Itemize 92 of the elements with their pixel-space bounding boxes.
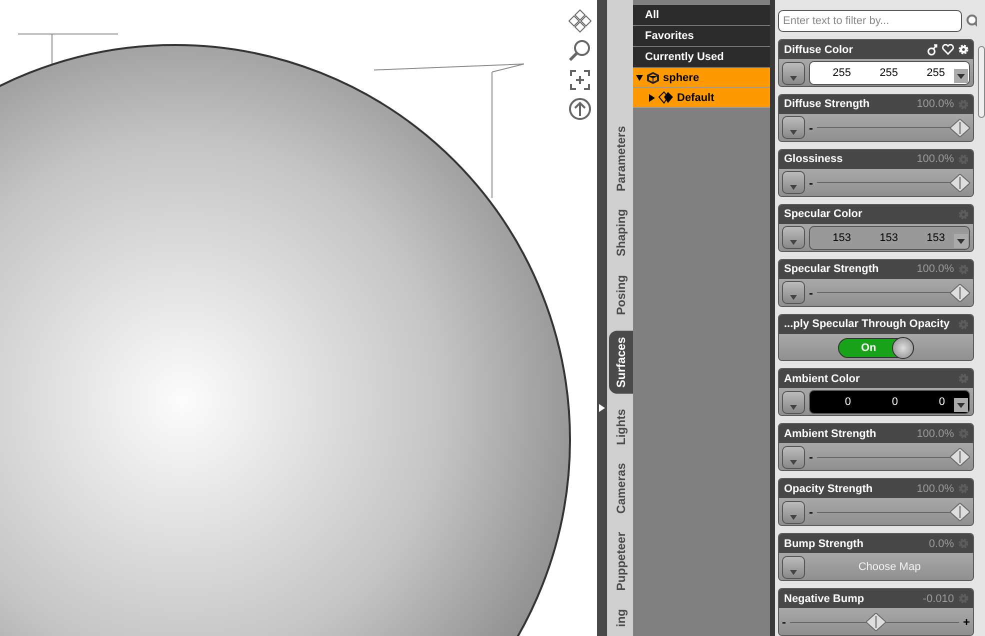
property-value: 100.0% xyxy=(916,428,954,440)
side-tab[interactable]: Cameras xyxy=(609,461,633,516)
color-value: 153 xyxy=(926,232,946,244)
side-tab[interactable]: Parameters xyxy=(609,124,633,194)
caret-icon[interactable] xyxy=(954,398,968,412)
tree-item[interactable]: sphere xyxy=(633,68,770,88)
caret-icon xyxy=(790,185,797,190)
collapse-arrow-icon[interactable] xyxy=(599,404,605,412)
color-value: 0 xyxy=(844,396,852,408)
property-name: Specular Color xyxy=(784,208,864,220)
property-value: 100.0% xyxy=(916,153,954,166)
minus-sign: - xyxy=(809,286,813,300)
slider-thumb[interactable] xyxy=(950,503,970,522)
filter-item[interactable]: All xyxy=(633,5,770,26)
toggle-knob xyxy=(892,336,914,359)
minus-sign: - xyxy=(809,176,813,190)
dropdown-button[interactable] xyxy=(782,116,805,140)
property-name: Diffuse Color xyxy=(784,44,854,56)
search-icon[interactable] xyxy=(966,14,980,28)
side-tab[interactable]: Shaping xyxy=(609,207,633,259)
color-field[interactable]: 0 0 0 xyxy=(809,390,970,414)
property-value: 100.0% xyxy=(916,263,954,276)
dropdown-button[interactable] xyxy=(782,446,805,469)
slider-thumb[interactable] xyxy=(950,284,970,302)
caret-icon xyxy=(790,404,797,410)
tree-item[interactable]: Default xyxy=(633,88,770,108)
property-name: Diffuse Strength xyxy=(784,98,871,110)
property-value: -0.010 xyxy=(922,592,954,605)
property-name: Specular Strength xyxy=(784,263,880,276)
property-name: Negative Bump xyxy=(784,592,866,605)
caret-icon xyxy=(790,130,797,136)
dropdown-button[interactable] xyxy=(782,281,805,304)
minus-sign: - xyxy=(809,505,813,520)
color-value: 153 xyxy=(878,232,899,244)
dropdown-button[interactable] xyxy=(782,390,805,414)
property-value: 0.0% xyxy=(928,538,954,550)
property-name: Opacity Strength xyxy=(784,482,874,495)
color-value: 0 xyxy=(890,396,899,408)
surface-icon xyxy=(658,91,674,104)
side-tab[interactable]: Posing xyxy=(609,272,633,317)
expanded-arrow-icon[interactable] xyxy=(636,74,643,82)
filter-item[interactable]: Currently Used xyxy=(633,47,770,68)
caret-icon xyxy=(790,295,797,300)
side-tab[interactable]: ing xyxy=(609,606,633,629)
color-value: 255 xyxy=(926,67,946,79)
color-value: 255 xyxy=(832,67,852,79)
plus-sign: + xyxy=(962,615,970,630)
slider-thumb[interactable] xyxy=(866,613,886,632)
heart-icon[interactable] xyxy=(942,44,954,55)
caret-icon xyxy=(790,460,797,465)
dropdown-button[interactable] xyxy=(782,62,805,84)
side-tab[interactable]: Surfaces xyxy=(609,330,633,394)
filter-item[interactable]: Favorites xyxy=(633,26,770,47)
dropdown-button[interactable] xyxy=(782,226,805,250)
property-name: Glossiness xyxy=(784,153,844,166)
scrollbar[interactable] xyxy=(977,0,985,636)
slider-thumb[interactable] xyxy=(950,174,970,192)
color-field[interactable]: 255 255 255 xyxy=(809,61,970,85)
minus-sign: - xyxy=(782,615,786,630)
minus-sign: - xyxy=(809,120,813,135)
caret-icon[interactable] xyxy=(954,69,968,83)
tree-label: sphere xyxy=(663,72,700,84)
property-name: Ambient Color xyxy=(784,372,861,385)
frame-icon[interactable] xyxy=(569,69,591,91)
caret-icon xyxy=(790,570,797,575)
color-field[interactable]: 153 153 153 xyxy=(809,226,970,250)
zoom-icon[interactable] xyxy=(568,39,592,63)
side-tab[interactable]: Puppeteer xyxy=(609,530,633,593)
property-name: Bump Strength xyxy=(784,538,864,550)
color-value: 0 xyxy=(938,396,946,408)
move-icon[interactable] xyxy=(568,9,592,33)
slider-thumb[interactable] xyxy=(950,448,970,466)
property-value: 100.0% xyxy=(916,482,954,495)
collapsed-arrow-icon[interactable] xyxy=(648,94,655,102)
side-tab[interactable]: Lights xyxy=(609,407,633,448)
property-value: 100.0% xyxy=(916,98,954,110)
filter-field[interactable]: Enter text to filter by... xyxy=(778,10,962,32)
property-name: Ambient Strength xyxy=(784,428,878,440)
dropdown-button[interactable] xyxy=(782,556,805,579)
caret-icon xyxy=(790,514,797,520)
caret-icon xyxy=(790,240,797,246)
minus-sign: - xyxy=(809,450,813,464)
color-value: 153 xyxy=(832,232,852,244)
caret-icon[interactable] xyxy=(954,234,968,248)
dropdown-button[interactable] xyxy=(782,500,805,524)
cube-icon xyxy=(646,70,660,84)
property-name: ...ply Specular Through Opacity xyxy=(784,318,951,330)
color-value: 255 xyxy=(878,67,899,79)
dropdown-button[interactable] xyxy=(782,171,805,194)
slider-thumb[interactable] xyxy=(950,118,970,137)
caret-icon xyxy=(790,76,797,80)
tree-label: Default xyxy=(677,92,714,104)
